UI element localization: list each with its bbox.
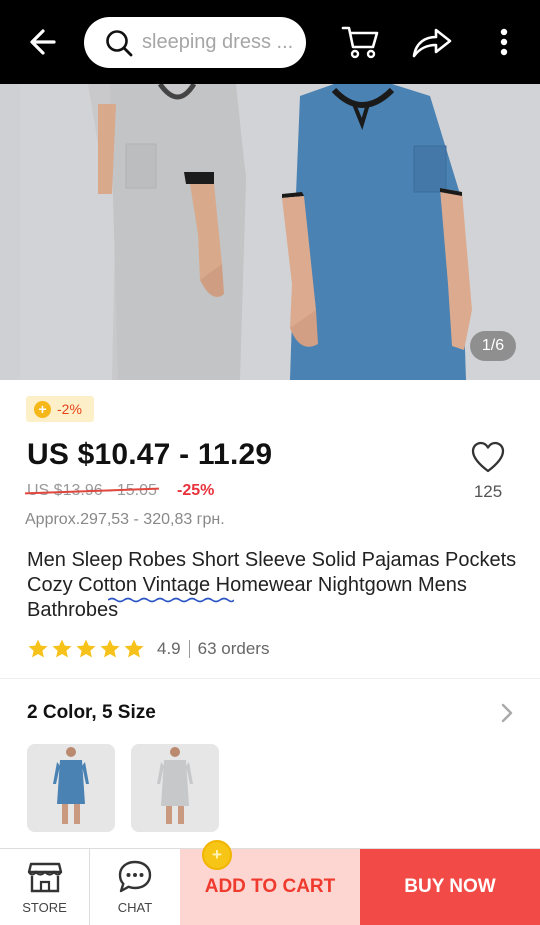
star-icon [76,639,96,658]
search-icon [106,30,133,57]
spellcheck-underline [108,597,234,603]
star-icon [52,639,72,658]
product-photo [0,84,540,380]
star-icon [124,639,144,658]
floating-coin-icon[interactable] [202,840,232,870]
discount-percent: -25% [177,482,215,499]
store-label: STORE [22,900,67,915]
star-icon [100,639,120,658]
share-icon[interactable] [410,22,454,62]
search-placeholder: sleeping dress ... [142,31,294,53]
store-icon [27,862,62,893]
coins-discount-badge: -2% [26,396,94,422]
chat-icon [118,860,152,893]
chat-label: CHAT [117,900,153,915]
approx-local-price: Approx.297,53 - 320,83 грн. [25,511,225,528]
back-arrow-icon[interactable] [24,22,64,62]
rating-row[interactable]: 4.9 63 orders [27,638,269,660]
store-button[interactable]: STORE [0,849,90,925]
current-price: US $10.47 - 11.29 [27,438,273,471]
variant-thumbnail-grey[interactable] [131,744,219,832]
product-title: Men Sleep Robes Short Sleeve Solid Pajam… [27,549,517,621]
divider [188,640,190,658]
orders-count: 63 orders [197,639,270,658]
heart-icon[interactable] [470,440,506,476]
chat-button[interactable]: CHAT [90,849,180,925]
top-bar: sleeping dress ... [0,0,540,84]
cart-icon[interactable] [340,20,382,62]
bottom-action-bar: STORE CHAT ADD TO CART BUY NOW [0,848,540,925]
blue-robe-thumbnail-image [27,744,115,832]
more-options-icon[interactable] [494,22,514,62]
star-rating [27,638,145,660]
grey-robe-thumbnail-image [131,744,219,832]
coins-discount-text: -2% [57,401,82,417]
chevron-right-icon[interactable] [500,702,514,724]
wishlist-count: 125 [473,482,503,501]
variant-summary[interactable]: 2 Color, 5 Size [27,702,156,724]
image-counter: 1/6 [470,331,516,361]
coin-icon [34,400,51,418]
variant-thumbnail-blue[interactable] [27,744,115,832]
buy-now-button[interactable]: BUY NOW [360,849,540,925]
star-icon [28,639,48,658]
original-price: US $13.96 - 15.05 [27,482,157,500]
original-price-text: US $13.96 - 15.05 [27,482,157,499]
search-bar[interactable]: sleeping dress ... [84,17,306,68]
section-divider [0,678,540,679]
rating-value: 4.9 [157,639,181,658]
product-image-gallery[interactable]: 1/6 [0,84,540,380]
